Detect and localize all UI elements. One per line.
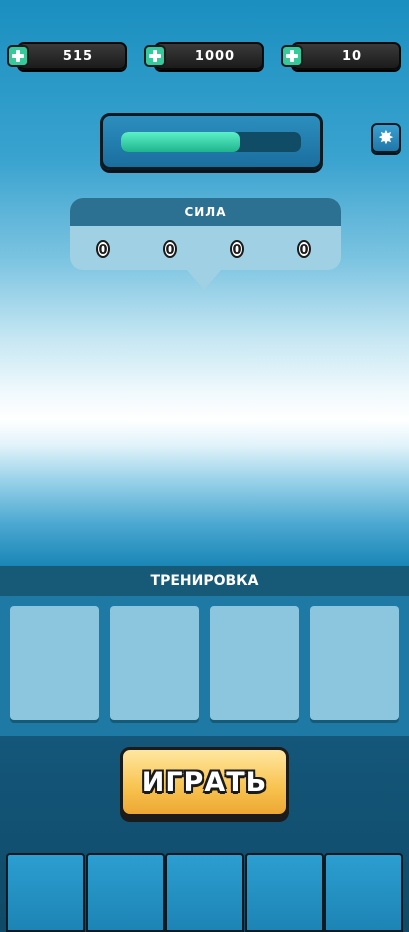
power-stat-2: 0 bbox=[163, 240, 177, 258]
currency-1-value: 515 bbox=[62, 48, 94, 64]
nav-tab-4[interactable] bbox=[245, 853, 324, 932]
training-slot-3[interactable] bbox=[210, 606, 299, 720]
training-slot-2[interactable] bbox=[110, 606, 199, 720]
power-panel: СИЛА bbox=[70, 198, 341, 270]
currency-pill-2: 1000 bbox=[144, 42, 264, 70]
currency-2-value: 1000 bbox=[194, 48, 236, 64]
play-button[interactable]: ИГРАТЬ bbox=[120, 747, 289, 817]
power-stat-4: 0 bbox=[297, 240, 311, 258]
add-currency-1-button[interactable] bbox=[7, 45, 29, 67]
currency-pill-3: 10 bbox=[281, 42, 401, 70]
nav-tab-1[interactable] bbox=[6, 853, 85, 932]
currency-3-value: 10 bbox=[341, 48, 363, 64]
settings-button[interactable]: ✸ bbox=[371, 123, 401, 153]
nav-tab-2[interactable] bbox=[86, 853, 165, 932]
training-header: ТРЕНИРОВКА bbox=[0, 566, 409, 596]
training-slot-1[interactable] bbox=[10, 606, 99, 720]
nav-tab-3[interactable] bbox=[165, 853, 244, 932]
gear-icon: ✸ bbox=[378, 126, 394, 149]
training-slot-4[interactable] bbox=[310, 606, 399, 720]
power-panel-title: СИЛА bbox=[70, 198, 341, 226]
add-currency-3-button[interactable] bbox=[281, 45, 303, 67]
currency-pill-1: 515 bbox=[7, 42, 127, 70]
power-stat-3: 0 bbox=[230, 240, 244, 258]
add-currency-2-button[interactable] bbox=[144, 45, 166, 67]
power-progress-fill bbox=[121, 132, 240, 152]
power-panel-pointer bbox=[186, 269, 222, 290]
nav-tab-5[interactable] bbox=[324, 853, 403, 932]
power-stat-1: 0 bbox=[96, 240, 110, 258]
power-progress-track bbox=[121, 132, 301, 152]
power-progress-bar bbox=[100, 113, 323, 170]
